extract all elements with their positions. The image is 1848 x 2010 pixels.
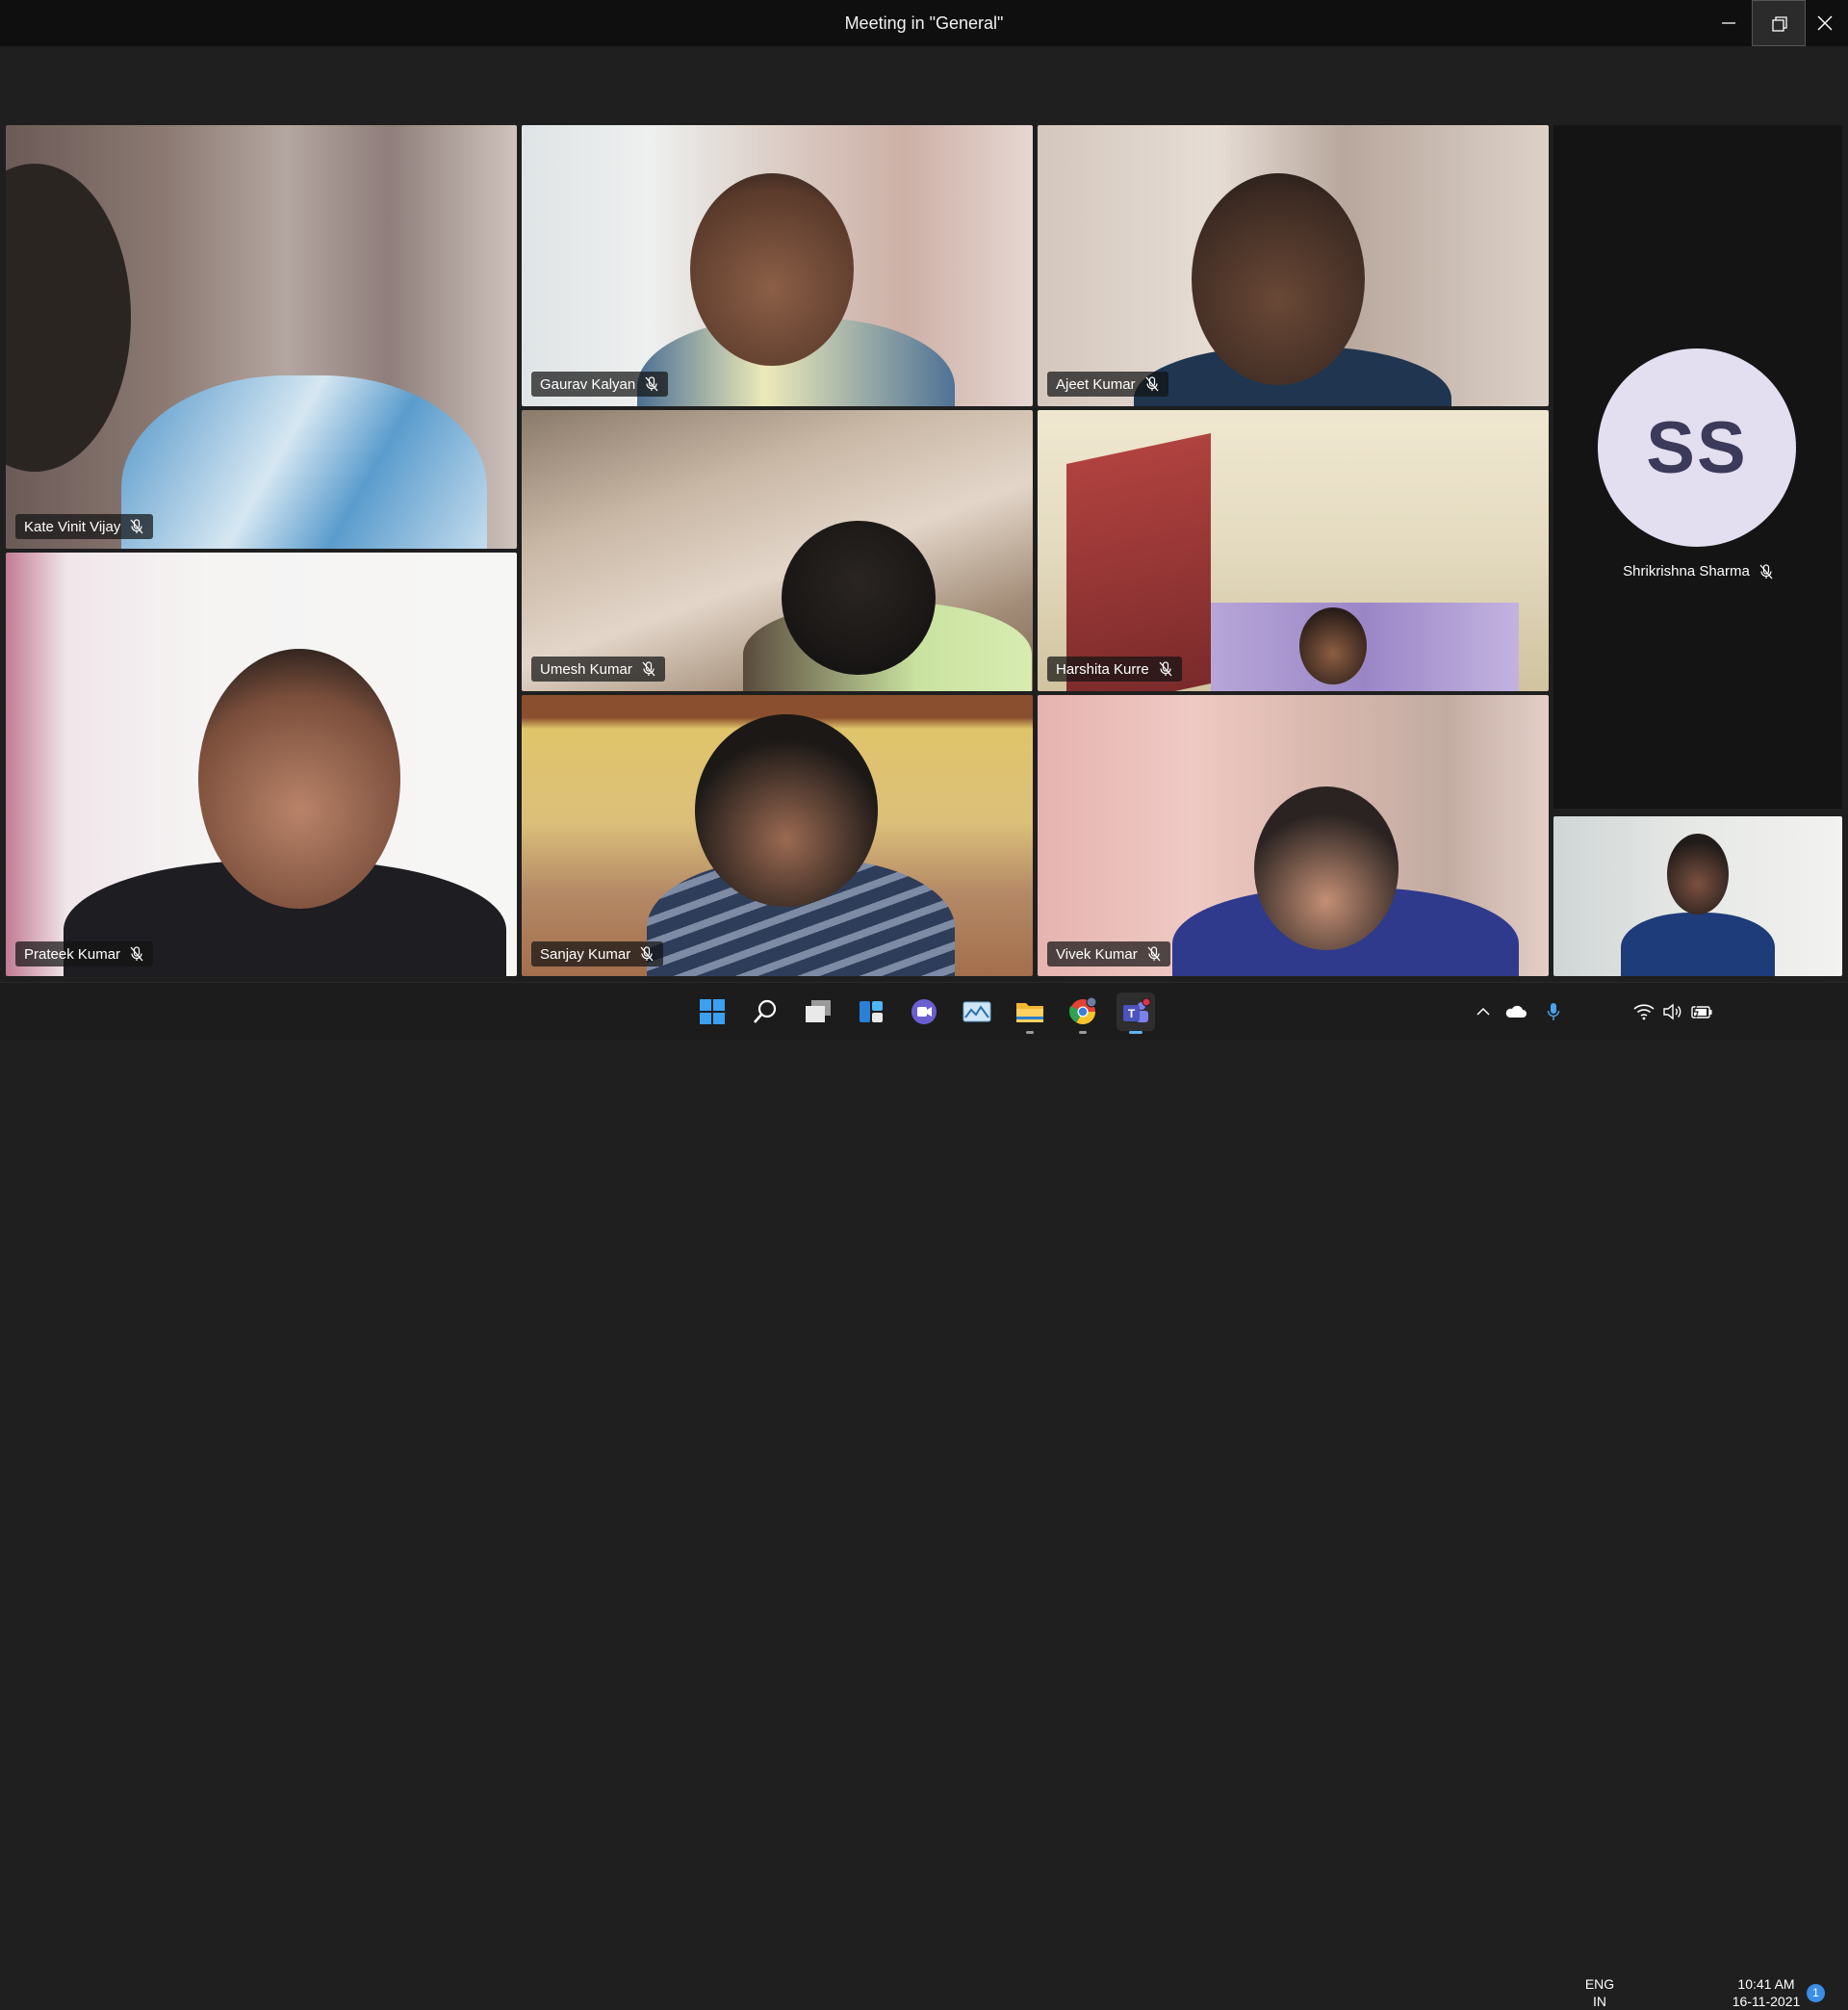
video-tile[interactable]: Vivek Kumar — [1038, 695, 1549, 976]
video-feed — [1299, 607, 1367, 684]
meeting-toolbar-area — [0, 46, 1848, 123]
magnifier-icon — [754, 999, 777, 1023]
avatar: SS — [1598, 348, 1796, 547]
running-indicator — [1079, 1031, 1087, 1034]
task-view-icon[interactable] — [799, 992, 837, 1031]
onedrive-cloud-icon[interactable] — [1502, 992, 1528, 1031]
close-icon — [1817, 15, 1833, 31]
video-feed — [1254, 786, 1399, 950]
video-feed — [782, 521, 936, 675]
video-feed — [690, 173, 854, 366]
task-view-glyph-icon — [806, 1000, 831, 1022]
participant-nametag: Ajeet Kumar — [1047, 372, 1168, 397]
svg-text:T: T — [1128, 1007, 1136, 1020]
chat-icon[interactable] — [905, 992, 943, 1031]
window-title: Meeting in "General" — [844, 13, 1004, 33]
camera-chat-icon — [911, 999, 937, 1024]
volume-icon[interactable] — [1659, 992, 1686, 1031]
participant-name: Gaurav Kalyan — [540, 375, 636, 393]
video-tile[interactable]: Gaurav Kalyan — [522, 125, 1033, 406]
video-tile[interactable]: Sanjay Kumar — [522, 695, 1033, 976]
participant-nametag: Gaurav Kalyan — [531, 372, 669, 397]
file-explorer-icon[interactable] — [1011, 992, 1049, 1034]
clock[interactable]: 10:41 AM 16-11-2021 — [1723, 1975, 1810, 2010]
clock-time: 10:41 AM — [1737, 1976, 1795, 1992]
folder-icon — [1016, 1003, 1043, 1022]
photos-glyph-icon — [962, 1001, 991, 1022]
participant-nametag: Umesh Kumar — [531, 657, 665, 682]
video-feed — [1621, 913, 1775, 976]
participant-nametag: Shrikrishna Sharma — [1553, 563, 1842, 580]
minimize-icon — [1722, 22, 1735, 24]
participant-nametag: Kate Vinit Vijay — [15, 514, 154, 539]
avatar-tile[interactable]: SS Shrikrishna Sharma — [1553, 125, 1842, 809]
windows-logo-icon — [700, 999, 725, 1024]
participant-name: Kate Vinit Vijay — [24, 518, 121, 535]
video-tile[interactable]: Umesh Kumar — [522, 410, 1033, 691]
video-feed — [198, 649, 400, 909]
chrome-glyph-icon — [1068, 997, 1097, 1025]
mic-off-icon — [130, 519, 143, 534]
mic-off-icon — [1145, 376, 1159, 392]
video-tile[interactable]: Ajeet Kumar — [1038, 125, 1549, 406]
restore-icon — [1772, 16, 1787, 32]
teams-icon[interactable]: T — [1116, 992, 1155, 1034]
close-button[interactable] — [1798, 0, 1848, 46]
title-bar: Meeting in "General" — [0, 0, 1848, 46]
mic-off-icon — [1759, 563, 1773, 579]
mic-off-icon — [1159, 661, 1172, 677]
language-indicator[interactable]: ENG IN — [1578, 1975, 1621, 2010]
participant-nametag: Vivek Kumar — [1047, 941, 1170, 966]
participant-name: Sanjay Kumar — [540, 945, 631, 963]
video-feed — [1667, 834, 1729, 915]
taskbar: T ENG IN 10:41 AM 16-11-2021 1 — [0, 982, 1848, 2009]
keyboard-region: IN — [1593, 1994, 1606, 2009]
mic-off-icon — [130, 946, 143, 962]
participant-nametag: Harshita Kurre — [1047, 657, 1182, 682]
chrome-icon[interactable] — [1064, 992, 1102, 1034]
notification-badge[interactable]: 1 — [1807, 1984, 1825, 2002]
active-indicator — [1129, 1031, 1142, 1034]
widgets-glyph-icon — [860, 1001, 883, 1022]
search-icon[interactable] — [746, 992, 784, 1031]
participant-name: Harshita Kurre — [1056, 660, 1149, 678]
video-feed — [695, 714, 878, 907]
participant-name: Shrikrishna Sharma — [1623, 563, 1750, 580]
participant-name: Vivek Kumar — [1056, 945, 1138, 963]
minimize-button[interactable] — [1702, 0, 1756, 46]
participant-nametag: Sanjay Kumar — [531, 941, 664, 966]
video-tile[interactable]: Harshita Kurre — [1038, 410, 1549, 691]
video-feed — [1066, 433, 1211, 691]
mic-off-icon — [1147, 946, 1161, 962]
running-indicator — [1026, 1031, 1034, 1034]
self-view-tile[interactable] — [1553, 816, 1842, 976]
video-feed — [1192, 173, 1365, 385]
battery-icon[interactable] — [1688, 992, 1715, 1031]
wifi-icon[interactable] — [1630, 992, 1657, 1031]
language-code: ENG — [1584, 1976, 1615, 1992]
video-tile[interactable]: Prateek Kumar — [6, 553, 517, 976]
photos-icon[interactable] — [958, 992, 996, 1031]
microphone-icon[interactable] — [1540, 992, 1567, 1031]
mic-off-icon — [640, 946, 654, 962]
participant-nametag: Prateek Kumar — [15, 941, 154, 966]
start-icon[interactable] — [693, 992, 732, 1031]
mic-off-icon — [645, 376, 658, 392]
mic-off-icon — [642, 661, 655, 677]
teams-glyph-icon: T — [1123, 998, 1150, 1022]
widgets-icon[interactable] — [852, 992, 890, 1031]
participant-name: Prateek Kumar — [24, 945, 121, 963]
participant-name: Umesh Kumar — [540, 660, 632, 678]
video-tile[interactable]: Kate Vinit Vijay — [6, 125, 517, 549]
clock-date: 16-11-2021 — [1732, 1994, 1801, 2009]
participant-name: Ajeet Kumar — [1056, 375, 1136, 393]
show-hidden-icons-chevron-icon[interactable] — [1473, 992, 1494, 1031]
